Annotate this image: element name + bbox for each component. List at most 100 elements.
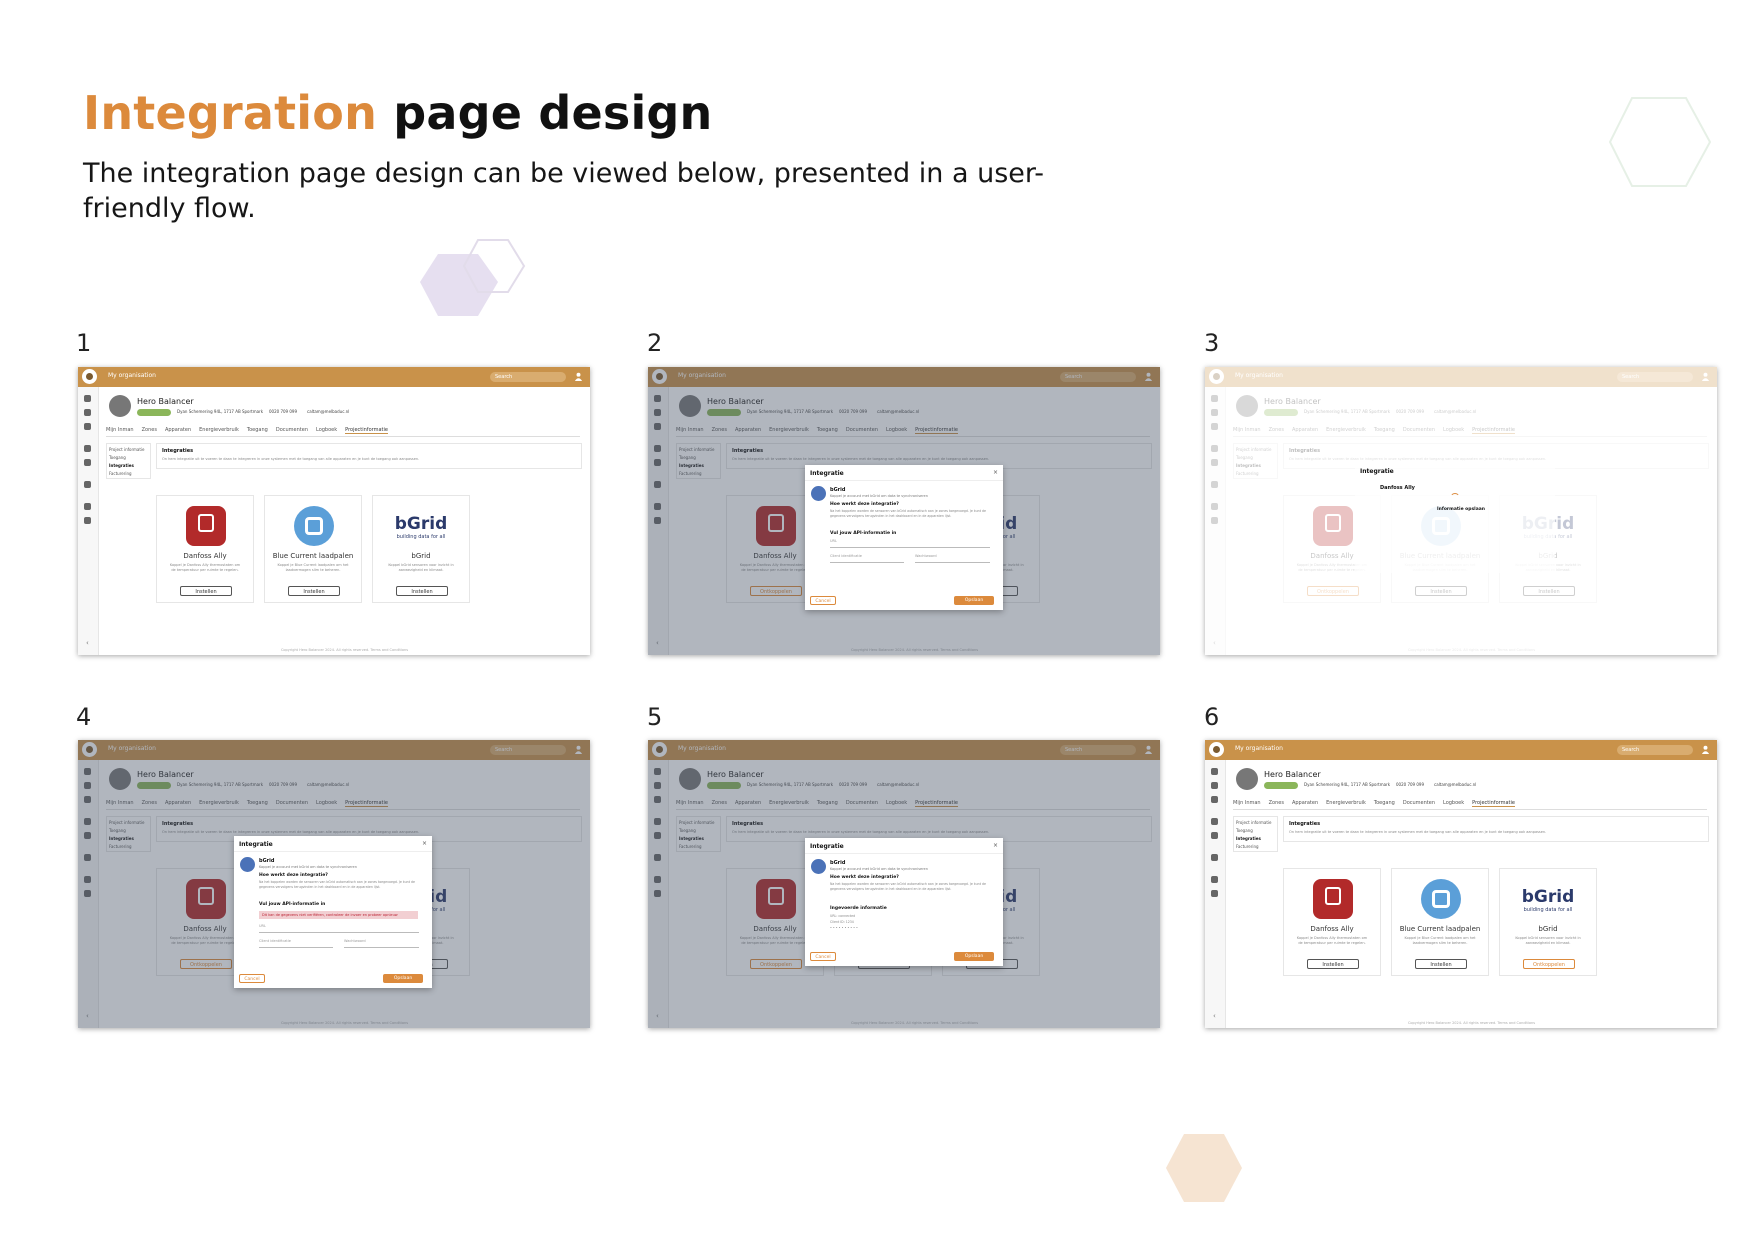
modal-vendor-subtitle: Koppel je account met bGrid om data te s… xyxy=(259,865,357,869)
integration-card-danfoss: Danfoss Ally Koppel je Danfoss Ally ther… xyxy=(1283,868,1381,976)
password-field[interactable]: Wachtwoord xyxy=(915,554,990,563)
app-logo[interactable] xyxy=(1209,742,1224,757)
integration-description: Koppel je Blue Current laadpalen om het … xyxy=(277,563,349,572)
menu-item-facturering[interactable]: Facturering xyxy=(1236,843,1275,851)
step-number-4: 4 xyxy=(76,703,92,731)
device-icon[interactable] xyxy=(84,459,91,466)
tab-apparaten[interactable]: Apparaten xyxy=(165,427,191,433)
search-input[interactable]: Search xyxy=(1617,745,1693,755)
document-icon[interactable] xyxy=(1211,818,1218,825)
integrations-panel-title: Integraties xyxy=(1289,821,1321,827)
url-field[interactable]: URL xyxy=(830,539,990,548)
device-icon[interactable] xyxy=(1211,832,1218,839)
close-icon[interactable]: × xyxy=(993,842,998,849)
cancel-button[interactable]: Cancel xyxy=(810,596,836,605)
tab-documenten[interactable]: Documenten xyxy=(276,427,308,433)
setup-button[interactable]: Instellen xyxy=(288,586,340,596)
collapse-sidebar-icon[interactable]: ‹ xyxy=(86,639,89,647)
save-button[interactable]: Opslaan xyxy=(383,974,423,983)
setup-button[interactable]: Instellen xyxy=(396,586,448,596)
collapse-sidebar-icon[interactable]: ‹ xyxy=(1213,1012,1216,1020)
footer-text: Copyright Hero Balancer 2024. All rights… xyxy=(1407,1021,1536,1025)
screenshot-step-4: My organisation Search ‹ Hero Balancer D… xyxy=(78,740,590,1028)
modal-summary-title: Ingevoerde informatie xyxy=(830,906,887,911)
menu-item-project-informatie[interactable]: Project informatie xyxy=(109,446,148,454)
mail-icon[interactable] xyxy=(84,503,91,510)
settings-icon[interactable] xyxy=(1211,854,1218,861)
help-icon[interactable] xyxy=(84,517,91,524)
home-icon[interactable] xyxy=(1211,768,1218,775)
integration-name: bGrid xyxy=(1538,925,1558,933)
setup-button[interactable]: Instellen xyxy=(1307,959,1359,969)
status-badge xyxy=(1264,782,1298,789)
sitemap-icon[interactable] xyxy=(1211,782,1218,789)
url-field[interactable]: URL xyxy=(259,924,419,933)
menu-item-facturering[interactable]: Facturering xyxy=(109,470,148,478)
modal-how-title: Hoe werkt deze integratie? xyxy=(259,873,328,878)
integration-card-bgrid: bGrid building data for all bGrid Koppel… xyxy=(1499,868,1597,976)
cancel-button[interactable]: Cancel xyxy=(239,974,265,983)
integration-modal-loading: Integratie Danfoss Ally Informatie opsla… xyxy=(1355,463,1555,573)
tab-projectinformatie[interactable]: Projectinformatie xyxy=(345,427,388,434)
tab-energieverbruik[interactable]: Energieverbruik xyxy=(199,427,239,433)
menu-item-integraties[interactable]: Integraties xyxy=(1236,835,1275,843)
tab-logboek[interactable]: Logboek xyxy=(316,427,337,433)
tab-zones[interactable]: Zones xyxy=(1269,800,1284,806)
menu-item-toegang[interactable]: Toegang xyxy=(109,454,148,462)
client-id-field[interactable]: Client identificatie xyxy=(259,939,333,948)
user-icon[interactable] xyxy=(574,372,583,381)
tools-icon[interactable] xyxy=(84,423,91,430)
setup-button[interactable]: Instellen xyxy=(1415,959,1467,969)
screenshot-step-1: My organisation Search ‹ Hero Balancer D… xyxy=(78,367,590,655)
tools-icon[interactable] xyxy=(1211,796,1218,803)
sidebar: ‹ xyxy=(1205,760,1226,1028)
tab-logboek[interactable]: Logboek xyxy=(1443,800,1464,806)
step-number-1: 1 xyxy=(76,329,92,357)
integration-card-blue-current: Blue Current laadpalen Koppel je Blue Cu… xyxy=(1391,868,1489,976)
project-side-menu: Project informatie Toegang Integraties F… xyxy=(106,443,151,479)
client-id-field[interactable]: Client identificatie xyxy=(830,554,904,563)
tab-toegang[interactable]: Toegang xyxy=(247,427,268,433)
summary-client: Client ID: 1234 xyxy=(830,920,854,924)
tab-zones[interactable]: Zones xyxy=(142,427,157,433)
organisation-name[interactable]: My organisation xyxy=(108,372,156,379)
modal-vendor-name: bGrid xyxy=(830,487,846,493)
decorative-hexagons-purple xyxy=(420,239,526,316)
menu-item-integraties[interactable]: Integraties xyxy=(109,462,148,470)
modal-how-title: Hoe werkt deze integratie? xyxy=(830,875,899,880)
disconnect-button[interactable]: Ontkoppelen xyxy=(1523,959,1575,969)
project-email: caltam@melbaduc.nl xyxy=(307,409,350,414)
mail-icon[interactable] xyxy=(1211,876,1218,883)
sitemap-icon[interactable] xyxy=(84,409,91,416)
screenshot-step-3: My organisation Search ‹ Hero Balancer D… xyxy=(1205,367,1717,655)
search-input[interactable]: Search xyxy=(490,372,566,382)
password-field[interactable]: Wachtwoord xyxy=(344,939,419,948)
tab-documenten[interactable]: Documenten xyxy=(1403,800,1435,806)
save-button[interactable]: Opslaan xyxy=(954,952,994,961)
close-icon[interactable]: × xyxy=(993,469,998,476)
menu-item-project-informatie[interactable]: Project informatie xyxy=(1236,819,1275,827)
cancel-button[interactable]: Cancel xyxy=(810,952,836,961)
home-icon[interactable] xyxy=(84,395,91,402)
app-logo[interactable] xyxy=(82,369,97,384)
user-icon[interactable] xyxy=(1701,745,1710,754)
tab-energieverbruik[interactable]: Energieverbruik xyxy=(1326,800,1366,806)
document-icon[interactable] xyxy=(84,445,91,452)
setup-button[interactable]: Instellen xyxy=(180,586,232,596)
tab-projectinformatie[interactable]: Projectinformatie xyxy=(1472,800,1515,807)
tab-apparaten[interactable]: Apparaten xyxy=(1292,800,1318,806)
integration-description: Koppel je Blue Current laadpalen om het … xyxy=(1404,936,1476,945)
app-topbar: My organisation Search xyxy=(78,367,590,387)
tab-mijn-inman[interactable]: Mijn Inman xyxy=(106,427,134,433)
menu-item-toegang[interactable]: Toegang xyxy=(1236,827,1275,835)
close-icon[interactable]: × xyxy=(422,840,427,847)
organisation-name[interactable]: My organisation xyxy=(1235,745,1283,752)
step-number-2: 2 xyxy=(647,329,663,357)
settings-icon[interactable] xyxy=(84,481,91,488)
modal-title: Integratie xyxy=(1360,468,1394,475)
app-topbar: My organisation Search xyxy=(1205,740,1717,760)
tab-toegang[interactable]: Toegang xyxy=(1374,800,1395,806)
save-button[interactable]: Opslaan xyxy=(954,596,994,605)
tab-mijn-inman[interactable]: Mijn Inman xyxy=(1233,800,1261,806)
help-icon[interactable] xyxy=(1211,890,1218,897)
